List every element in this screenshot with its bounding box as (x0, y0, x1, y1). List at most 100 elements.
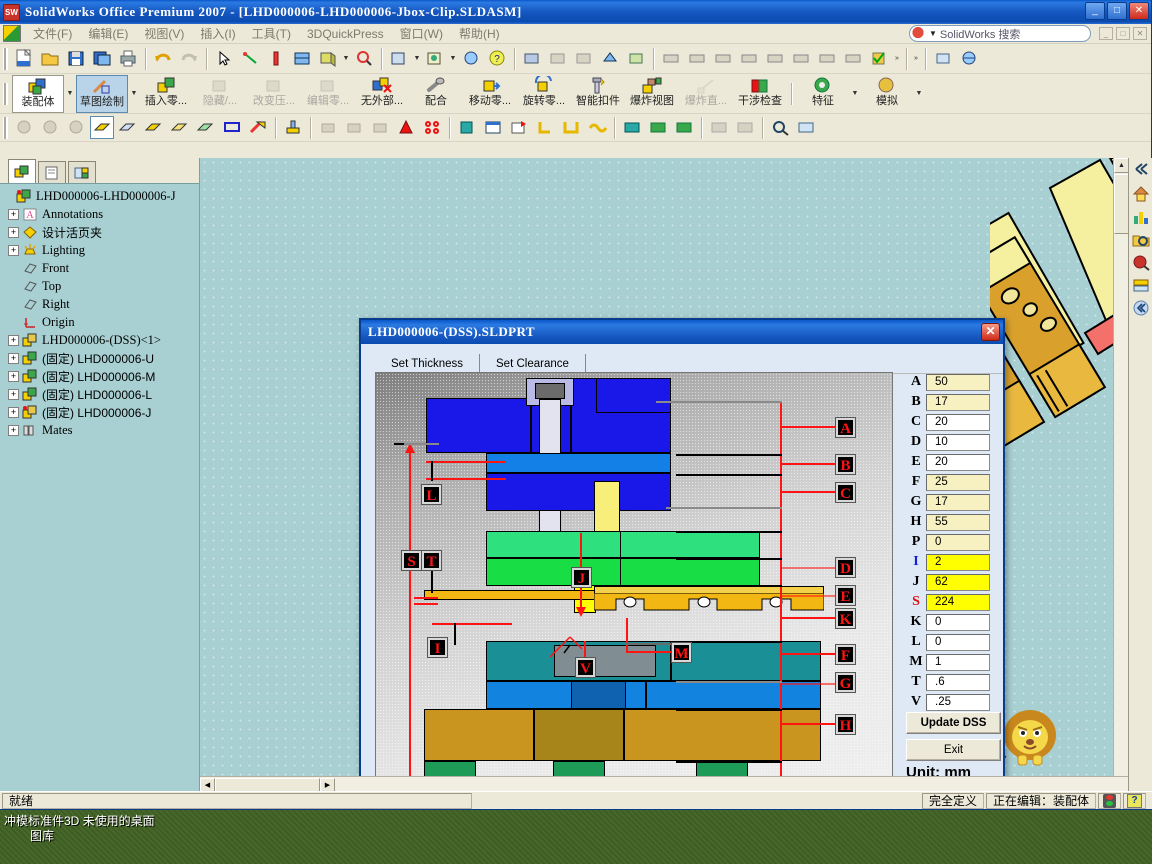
cmd-rotate-component[interactable]: 旋转零... (518, 72, 570, 113)
search-input[interactable]: ▼ SolidWorks 搜索 (909, 25, 1091, 42)
solidworks-menu-icon[interactable] (3, 25, 21, 42)
die-set-icon-2[interactable] (733, 116, 757, 139)
quickpress-icon-2[interactable] (481, 116, 505, 139)
tree-item-part-u[interactable]: + (固定) LHD000006-U (2, 349, 199, 367)
cmd-exploded-view[interactable]: 爆炸视图 (626, 75, 678, 113)
cmd-explode-line-sketch[interactable]: 爆炸直... (680, 75, 732, 113)
cmd-smart-fasteners[interactable]: 智能扣件 (572, 75, 624, 113)
doc-minimize-button[interactable]: _ (1099, 27, 1113, 40)
strip-layout-icon-2[interactable] (646, 116, 670, 139)
tree-item-part-l[interactable]: + (固定) LHD000006-L (2, 385, 199, 403)
appearance-icon[interactable] (423, 47, 447, 70)
sheetmetal-icon-2[interactable] (685, 47, 709, 70)
tree-item-lighting[interactable]: + Lighting (2, 241, 199, 259)
cmd-sketch-dropdown-arrow[interactable]: ▼ (129, 75, 139, 113)
exit-button[interactable]: Exit (906, 739, 1001, 761)
mass-properties-icon[interactable] (794, 116, 818, 139)
bend-u-icon[interactable] (559, 116, 583, 139)
cmd-hide-show[interactable]: 隐藏/... (194, 75, 246, 113)
param-input-F[interactable] (926, 473, 990, 491)
graphics-horizontal-scrollbar[interactable]: ◀ ▶ (200, 776, 1128, 792)
scene-icon[interactable] (459, 47, 483, 70)
task-pane-expand-icon[interactable] (1132, 162, 1150, 179)
menu-item-insert[interactable]: 插入(I) (192, 24, 243, 43)
param-input-T[interactable] (926, 673, 990, 691)
collapse-task-pane-icon[interactable] (1132, 300, 1150, 317)
sheetmetal-icon-8[interactable] (841, 47, 865, 70)
doc-restore-button[interactable]: □ (1116, 27, 1130, 40)
menu-item-3dquickpress[interactable]: 3DQuickPress (299, 26, 392, 42)
punch-icon[interactable] (394, 116, 418, 139)
menu-item-edit[interactable]: 编辑(E) (80, 24, 136, 43)
sheetmetal-sketched-bend-icon[interactable] (220, 116, 244, 139)
sheetmetal-icon-3[interactable] (711, 47, 735, 70)
close-button[interactable]: ✕ (1129, 2, 1149, 20)
quickpress-icon-1[interactable] (455, 116, 479, 139)
new-document-icon[interactable] (12, 47, 36, 70)
open-document-icon[interactable] (38, 47, 62, 70)
check-feature-icon[interactable] (867, 47, 891, 70)
section-view-icon[interactable] (290, 47, 314, 70)
tree-item-subassembly-j[interactable]: + (固定) LHD000006-J (2, 403, 199, 421)
cmd-simulation-dropdown-arrow[interactable]: ▼ (914, 75, 924, 113)
tree-item-part-dss[interactable]: + LHD000006-(DSS)<1> (2, 331, 199, 349)
print-icon[interactable] (116, 47, 140, 70)
menu-item-help[interactable]: 帮助(H) (451, 24, 508, 43)
tab-set-clearance[interactable]: Set Clearance (480, 354, 586, 374)
sheetmetal-closed-corner-icon[interactable] (246, 116, 270, 139)
minimize-button[interactable]: _ (1085, 2, 1105, 20)
update-dss-button[interactable]: Update DSS (906, 712, 1001, 734)
graphics-area[interactable]: 3.1.6上运行的 Z Y X 自定义 ▼ (200, 158, 1128, 792)
pattern-icon[interactable] (420, 116, 444, 139)
assembly-tool-icon-2[interactable] (546, 47, 570, 70)
save-all-icon[interactable] (90, 47, 114, 70)
param-input-L[interactable] (926, 633, 990, 651)
expand-toggle[interactable]: + (8, 388, 19, 400)
sheetmetal-jog-icon[interactable] (194, 116, 218, 139)
sheetmetal-base-flange-icon[interactable] (90, 116, 114, 139)
tree-item-right-plane[interactable]: Right (2, 295, 199, 313)
cmd-change-suppression[interactable]: 改变压... (248, 75, 300, 113)
cmd-interference-detection[interactable]: 干涉检查 (734, 75, 786, 113)
solidworks-search-pane-icon[interactable] (1132, 254, 1150, 271)
cmd-edit-component[interactable]: 编辑零... (302, 75, 354, 113)
param-input-P[interactable] (926, 533, 990, 551)
measure-tool-icon[interactable] (768, 116, 792, 139)
commandmanager-grip[interactable] (3, 82, 8, 105)
sketch-tool-icon[interactable] (931, 47, 955, 70)
expand-toggle[interactable]: + (8, 226, 19, 238)
sketch-disabled-icon-2[interactable] (38, 116, 62, 139)
param-input-I[interactable] (926, 553, 990, 571)
redo-icon[interactable] (177, 47, 201, 70)
graphics-vertical-scrollbar[interactable]: ▲ ▼ (1113, 158, 1128, 792)
sw-resources-home-icon[interactable] (1132, 185, 1150, 202)
param-input-J[interactable] (926, 573, 990, 591)
assembly-tool-icon-5[interactable] (624, 47, 648, 70)
expand-toggle[interactable]: + (8, 424, 19, 436)
menu-item-tools[interactable]: 工具(T) (244, 24, 299, 43)
disabled-tool-icon-3[interactable] (368, 116, 392, 139)
disabled-tool-icon-1[interactable] (316, 116, 340, 139)
tree-item-front-plane[interactable]: Front (2, 259, 199, 277)
param-input-K[interactable] (926, 613, 990, 631)
undo-icon[interactable] (151, 47, 175, 70)
cmd-mate[interactable]: 配合 (410, 75, 462, 113)
param-input-C[interactable] (926, 413, 990, 431)
tree-item-design-binder[interactable]: + 设计活页夹 (2, 223, 199, 241)
expand-toggle[interactable]: + (8, 352, 19, 364)
scroll-right-arrow-icon[interactable]: ▶ (320, 777, 335, 792)
bend-l-icon[interactable] (533, 116, 557, 139)
menu-item-view[interactable]: 视图(V) (136, 24, 192, 43)
sheetmetal-hem-icon[interactable] (168, 116, 192, 139)
view-orientation-icon[interactable] (316, 47, 340, 70)
quickpress-icon-3[interactable] (507, 116, 531, 139)
param-input-D[interactable] (926, 433, 990, 451)
toolbar-overflow-2[interactable]: » (911, 40, 921, 78)
forming-tool-icon[interactable] (281, 116, 305, 139)
display-style-dropdown-arrow[interactable]: ▼ (412, 40, 422, 78)
sheetmetal-icon-7[interactable] (815, 47, 839, 70)
scroll-up-arrow-icon[interactable]: ▲ (1114, 158, 1128, 173)
cmd-move-component[interactable]: 移动零... (464, 75, 516, 113)
tree-item-assembly-root[interactable]: LHD000006-LHD000006-J (2, 187, 199, 205)
cmd-insert-component[interactable]: 插入零... (140, 75, 192, 113)
